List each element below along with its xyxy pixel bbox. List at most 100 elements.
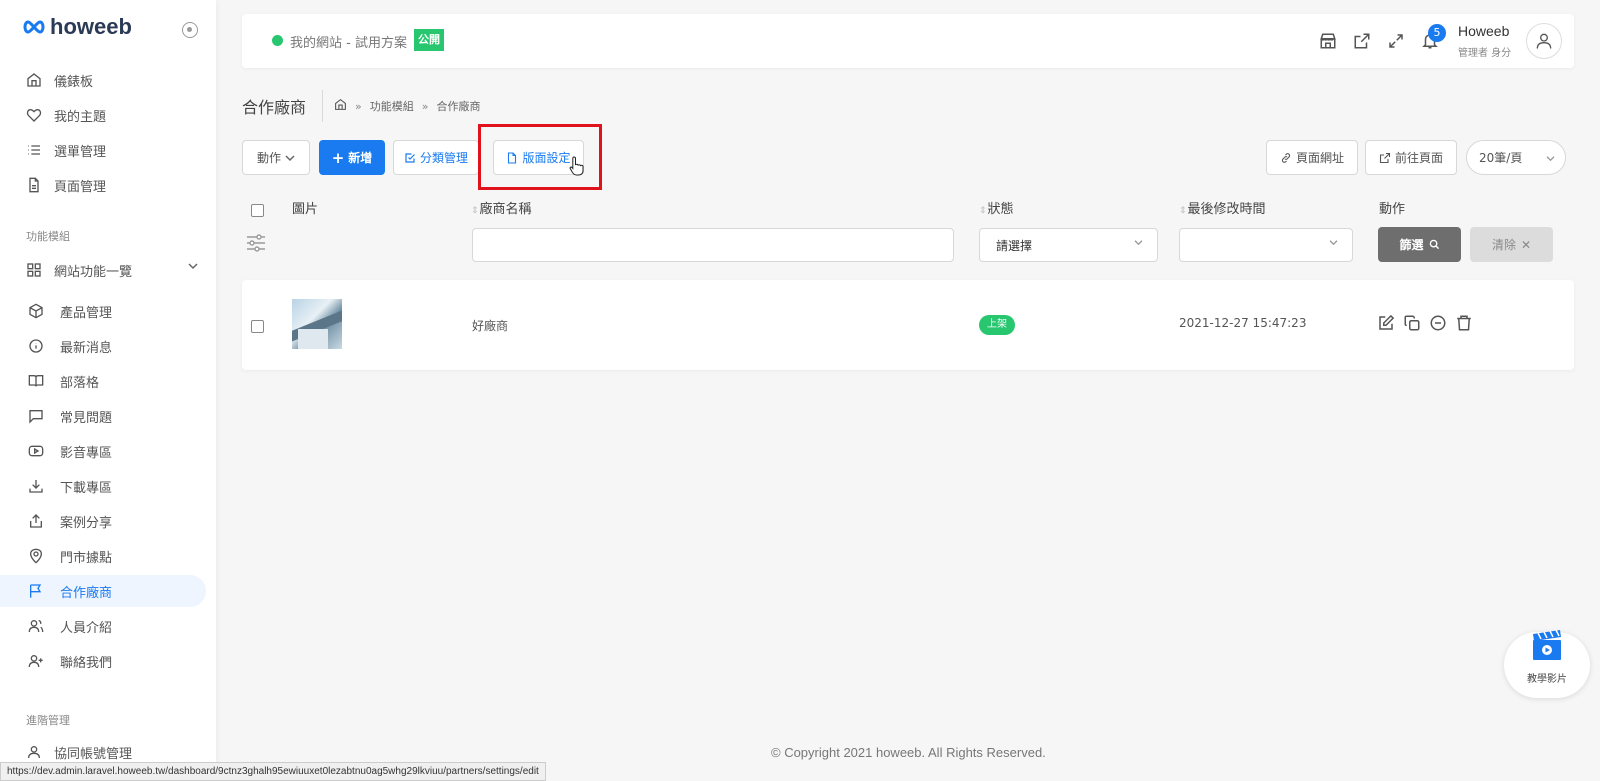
- per-page-label: 20筆/頁: [1479, 151, 1523, 165]
- sidebar-item-pages[interactable]: 頁面管理: [0, 169, 206, 201]
- minus-circle-icon[interactable]: [1428, 313, 1448, 333]
- site-status-dot: [272, 35, 283, 46]
- sidebar-item-label: 選單管理: [54, 144, 107, 160]
- clear-button[interactable]: 清除 ✕: [1470, 227, 1553, 262]
- external-link-icon[interactable]: [1352, 31, 1372, 51]
- page-title: 合作廠商: [242, 98, 307, 117]
- fullscreen-icon[interactable]: [1386, 31, 1406, 51]
- filter-label: 篩選: [1399, 238, 1424, 252]
- package-icon: [26, 301, 46, 321]
- column-header-label: 最後修改時間: [1187, 202, 1266, 217]
- sidebar-item-videos[interactable]: 影音專區: [0, 435, 206, 467]
- youtube-icon: [26, 441, 46, 461]
- add-label: 新增: [348, 151, 373, 165]
- link-icon: [1281, 152, 1291, 163]
- sidebar-item-label: 下載專區: [60, 480, 113, 496]
- sidebar-item-label: 影音專區: [60, 445, 113, 461]
- sidebar-item-menus[interactable]: 選單管理: [0, 134, 206, 166]
- brand-logo[interactable]: howeeb: [22, 15, 132, 39]
- sort-icon: ⇕: [471, 206, 479, 216]
- actions-dropdown[interactable]: 動作: [242, 140, 310, 175]
- status-filter-select[interactable]: 請選擇: [979, 228, 1158, 262]
- chevron-down-icon[interactable]: [188, 262, 198, 273]
- copy-icon[interactable]: [1402, 313, 1422, 333]
- message-square-icon: [26, 406, 46, 426]
- table-row: [242, 280, 1574, 370]
- user-role: 管理者 身分: [1458, 48, 1512, 59]
- user-name: Howeeb: [1458, 23, 1510, 39]
- sidebar-item-faq[interactable]: 常見問題: [0, 400, 206, 432]
- sidebar-item-label: 最新消息: [60, 340, 113, 356]
- sidebar-item-downloads[interactable]: 下載專區: [0, 470, 206, 502]
- site-name[interactable]: 我的網站 - 試用方案: [290, 32, 407, 51]
- section-label-modules: 功能模組: [26, 230, 70, 243]
- breadcrumb-current: 合作廠商: [436, 100, 481, 113]
- chevron-down-icon: [285, 154, 295, 161]
- status-filter-placeholder: 請選擇: [996, 238, 1033, 253]
- sidebar-group-site-features[interactable]: 網站功能一覽: [0, 254, 206, 286]
- share-icon: [26, 511, 46, 531]
- status-badge[interactable]: 上架: [979, 315, 1015, 335]
- sidebar-item-products[interactable]: 產品管理: [0, 295, 206, 327]
- sidebar-item-partners[interactable]: 合作廠商: [0, 575, 206, 607]
- edit-icon[interactable]: [1376, 313, 1396, 333]
- breadcrumb-separator: »: [421, 99, 429, 113]
- browser-status-url: https://dev.admin.laravel.howeeb.tw/dash…: [0, 762, 546, 781]
- list-icon: [24, 140, 44, 160]
- plus-icon: +: [331, 148, 345, 167]
- avatar[interactable]: [1526, 23, 1562, 59]
- page-url-button[interactable]: 頁面網址: [1266, 140, 1358, 175]
- category-label: 分類管理: [419, 151, 468, 165]
- external-link-icon: [1379, 152, 1391, 163]
- sidebar-item-dashboard[interactable]: 儀錶板: [0, 64, 206, 96]
- hand-cursor-icon: [569, 156, 585, 180]
- notification-count-badge: 5: [1428, 24, 1446, 42]
- modified-filter-select[interactable]: [1179, 228, 1353, 262]
- sidebar-item-contact[interactable]: 聯絡我們: [0, 645, 206, 677]
- page-url-label: 頁面網址: [1295, 151, 1344, 165]
- infinity-logo-icon: [23, 20, 45, 34]
- sidebar-item-label: 人員介紹: [60, 620, 113, 636]
- sidebar-item-label: 協同帳號管理: [54, 746, 133, 762]
- sidebar-item-blog[interactable]: 部落格: [0, 365, 206, 397]
- book-open-icon: [26, 371, 46, 391]
- sidebar-item-label: 頁面管理: [54, 179, 107, 195]
- home-icon[interactable]: [334, 98, 347, 114]
- trash-icon[interactable]: [1454, 313, 1474, 333]
- sort-icon: ⇕: [1179, 206, 1187, 216]
- column-header-modified[interactable]: ⇕最後修改時間: [1179, 198, 1266, 217]
- sliders-icon[interactable]: [246, 234, 266, 255]
- partner-name: 好廠商: [472, 319, 509, 333]
- column-header-status[interactable]: ⇕狀態: [979, 198, 1014, 217]
- sidebar-item-themes[interactable]: 我的主題: [0, 99, 206, 131]
- filter-button[interactable]: 篩選: [1378, 227, 1461, 262]
- per-page-select[interactable]: 20筆/頁: [1466, 140, 1566, 175]
- sidebar-toggle-icon[interactable]: [182, 22, 198, 38]
- sidebar-item-cases[interactable]: 案例分享: [0, 505, 206, 537]
- copyright-text: © Copyright 2021 howeeb. All Rights Rese…: [771, 745, 1046, 760]
- home-icon: [24, 70, 44, 90]
- sidebar: howeeb 儀錶板 我的主題 選單管理 頁面管理 功能模組 網站功能一覽 產品…: [0, 0, 216, 781]
- add-button[interactable]: + 新增: [319, 140, 385, 175]
- goto-page-button[interactable]: 前往頁面: [1365, 140, 1457, 175]
- user-plus-icon: [26, 651, 46, 671]
- info-icon: [26, 336, 46, 356]
- sidebar-item-label: 部落格: [60, 375, 100, 391]
- actions-label: 動作: [256, 151, 281, 165]
- tutorial-video-button[interactable]: 教學影片: [1504, 629, 1590, 698]
- name-filter-input[interactable]: [472, 228, 954, 262]
- users-icon: [26, 616, 46, 636]
- select-all-checkbox[interactable]: [251, 204, 264, 217]
- partner-thumbnail[interactable]: [292, 299, 342, 349]
- sidebar-item-news[interactable]: 最新消息: [0, 330, 206, 362]
- row-checkbox[interactable]: [251, 320, 264, 333]
- download-icon: [26, 476, 46, 496]
- category-management-button[interactable]: 分類管理: [393, 140, 479, 175]
- chevron-down-icon: [1329, 239, 1338, 249]
- clear-label: 清除: [1491, 238, 1516, 252]
- sidebar-item-team[interactable]: 人員介紹: [0, 610, 206, 642]
- breadcrumb-module[interactable]: 功能模組: [370, 98, 414, 114]
- store-icon[interactable]: [1318, 31, 1338, 51]
- column-header-name[interactable]: ⇕廠商名稱: [471, 198, 532, 217]
- sidebar-item-stores[interactable]: 門市據點: [0, 540, 206, 572]
